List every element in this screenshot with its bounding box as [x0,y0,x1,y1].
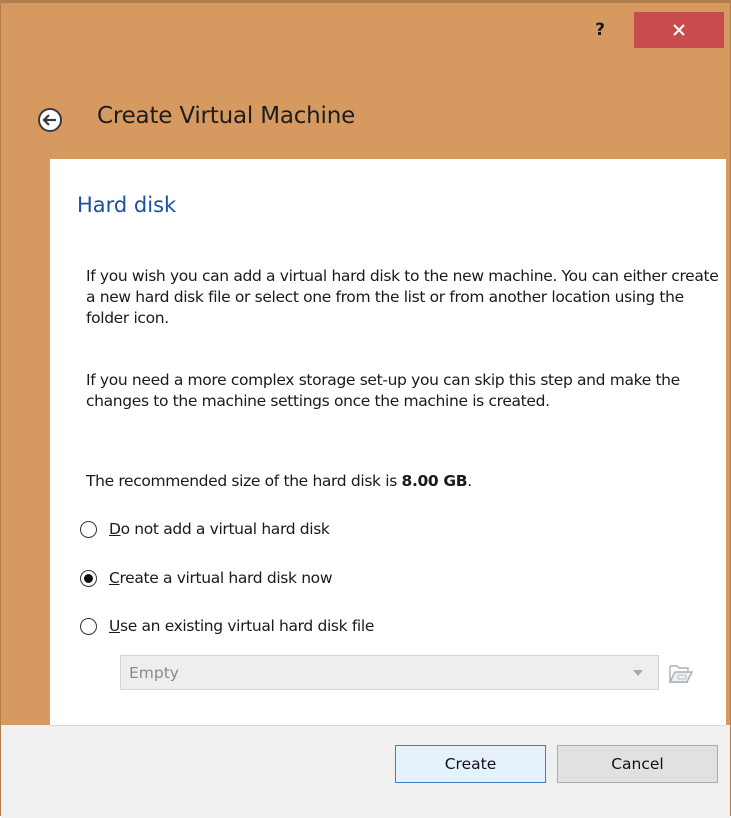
radio-no-disk[interactable]: Do not add a virtual hard disk [80,516,330,542]
recommended-size-value: 8.00 GB [401,472,468,490]
chevron-down-icon [633,669,643,676]
radio-button-existing-disk[interactable] [80,617,97,635]
back-button[interactable] [37,107,63,133]
radio-label-existing-disk: Use an existing virtual hard disk file [109,617,375,635]
radio-existing-disk[interactable]: Use an existing virtual hard disk file [80,613,374,639]
recommended-suffix: . [467,472,472,490]
radio-button-create-disk[interactable] [80,569,97,587]
create-button[interactable]: Create [395,745,546,783]
content-panel: Hard disk If you wish you can add a virt… [50,159,726,725]
recommended-prefix: The recommended size of the hard disk is [86,472,402,490]
storage-paragraph: If you need a more complex storage set-u… [86,371,680,410]
wizard-title: Create Virtual Machine [97,103,356,129]
radio-button-no-disk[interactable] [80,520,97,538]
footer-divider [50,725,726,726]
radio-label-create-disk: Create a virtual hard disk now [109,569,333,587]
back-arrow-icon [38,108,62,132]
choose-disk-file-button[interactable] [665,656,697,690]
radio-label-no-disk: Do not add a virtual hard disk [109,520,330,538]
page-title: Hard disk [77,193,177,217]
recommended-size-text: The recommended size of the hard disk is… [86,471,726,492]
dialog-window: ? Create Virtual Machine Hard disk If yo… [0,0,731,818]
folder-open-icon [668,665,694,683]
close-button[interactable] [634,12,724,48]
radio-create-disk[interactable]: Create a virtual hard disk now [80,565,333,591]
existing-disk-select[interactable]: Empty [120,655,659,690]
radio-selected-dot [84,573,93,583]
existing-disk-select-value: Empty [129,663,179,682]
close-icon [673,24,685,36]
intro-paragraph: If you wish you can add a virtual hard d… [86,267,719,327]
help-button[interactable]: ? [575,12,625,48]
cancel-button[interactable]: Cancel [557,745,718,783]
